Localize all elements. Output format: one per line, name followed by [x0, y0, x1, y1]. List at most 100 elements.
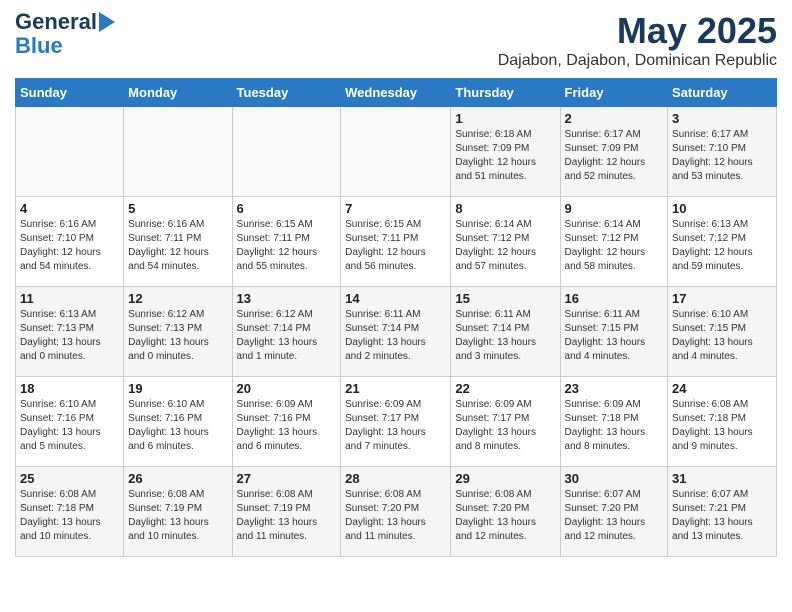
- calendar-cell: 17 Sunrise: 6:10 AM Sunset: 7:15 PM Dayli…: [668, 287, 777, 377]
- day-info: Sunrise: 6:18 AM Sunset: 7:09 PM Dayligh…: [455, 128, 555, 184]
- day-number: 28: [345, 471, 446, 486]
- calendar-cell: 23Sunrise: 6:09 AM Sunset: 7:18 PM Dayli…: [560, 377, 668, 467]
- calendar-cell: 26 Sunrise: 6:08 AM Sunset: 7:19 PM Dayli…: [124, 467, 232, 557]
- day-info: Sunrise: 6:09 AM Sunset: 7:16 PM Dayligh…: [237, 398, 337, 454]
- header-friday: Friday: [560, 79, 668, 107]
- day-number: 16: [565, 291, 664, 306]
- day-info: Sunrise: 6:10 AM Sunset: 7:16 PM Dayligh…: [20, 398, 119, 454]
- calendar-cell: 20 Sunrise: 6:09 AM Sunset: 7:16 PM Dayli…: [232, 377, 341, 467]
- calendar-cell: 25 Sunrise: 6:08 AM Sunset: 7:18 PM Dayli…: [16, 467, 124, 557]
- day-number: 20: [237, 381, 337, 396]
- calendar-header-row: SundayMondayTuesdayWednesdayThursdayFrid…: [16, 79, 777, 107]
- calendar-week-3: 11 Sunrise: 6:13 AM Sunset: 7:13 PM Dayli…: [16, 287, 777, 377]
- calendar-cell: 5 Sunrise: 6:16 AM Sunset: 7:11 PM Daylig…: [124, 197, 232, 287]
- day-number: 12: [128, 291, 227, 306]
- calendar-cell: 16 Sunrise: 6:11 AM Sunset: 7:15 PM Dayli…: [560, 287, 668, 377]
- day-number: 10: [672, 201, 772, 216]
- day-info: Sunrise: 6:08 AM Sunset: 7:20 PM Dayligh…: [345, 488, 446, 544]
- calendar-cell: 3Sunrise: 6:17 AM Sunset: 7:10 PM Daylig…: [668, 107, 777, 197]
- day-number: 3: [672, 111, 772, 126]
- day-info: Sunrise: 6:17 AM Sunset: 7:09 PM Dayligh…: [565, 128, 664, 184]
- day-info: Sunrise: 6:13 AM Sunset: 7:12 PM Dayligh…: [672, 218, 772, 274]
- day-number: 2: [565, 111, 664, 126]
- day-number: 7: [345, 201, 446, 216]
- calendar-cell: 15Sunrise: 6:11 AM Sunset: 7:14 PM Dayli…: [451, 287, 560, 377]
- day-number: 24: [672, 381, 772, 396]
- day-number: 26: [128, 471, 227, 486]
- calendar-cell: [16, 107, 124, 197]
- calendar-week-2: 4Sunrise: 6:16 AM Sunset: 7:10 PM Daylig…: [16, 197, 777, 287]
- header-wednesday: Wednesday: [341, 79, 451, 107]
- calendar-cell: 27 Sunrise: 6:08 AM Sunset: 7:19 PM Dayli…: [232, 467, 341, 557]
- day-info: Sunrise: 6:10 AM Sunset: 7:16 PM Dayligh…: [128, 398, 227, 454]
- day-number: 22: [455, 381, 555, 396]
- calendar-cell: 28 Sunrise: 6:08 AM Sunset: 7:20 PM Dayli…: [341, 467, 451, 557]
- day-info: Sunrise: 6:16 AM Sunset: 7:10 PM Dayligh…: [20, 218, 119, 274]
- calendar-cell: 1 Sunrise: 6:18 AM Sunset: 7:09 PM Daylig…: [451, 107, 560, 197]
- day-info: Sunrise: 6:11 AM Sunset: 7:15 PM Dayligh…: [565, 308, 664, 364]
- calendar-cell: 21 Sunrise: 6:09 AM Sunset: 7:17 PM Dayli…: [341, 377, 451, 467]
- day-info: Sunrise: 6:08 AM Sunset: 7:18 PM Dayligh…: [20, 488, 119, 544]
- calendar-cell: 13 Sunrise: 6:12 AM Sunset: 7:14 PM Dayli…: [232, 287, 341, 377]
- logo-blue: Blue: [15, 34, 63, 58]
- calendar-cell: 19 Sunrise: 6:10 AM Sunset: 7:16 PM Dayli…: [124, 377, 232, 467]
- header-saturday: Saturday: [668, 79, 777, 107]
- calendar-cell: [341, 107, 451, 197]
- day-info: Sunrise: 6:08 AM Sunset: 7:20 PM Dayligh…: [455, 488, 555, 544]
- day-number: 13: [237, 291, 337, 306]
- calendar-cell: 4Sunrise: 6:16 AM Sunset: 7:10 PM Daylig…: [16, 197, 124, 287]
- day-number: 27: [237, 471, 337, 486]
- calendar-subtitle: Dajabon, Dajabon, Dominican Republic: [498, 52, 777, 70]
- calendar-cell: 22Sunrise: 6:09 AM Sunset: 7:17 PM Dayli…: [451, 377, 560, 467]
- calendar-cell: 10 Sunrise: 6:13 AM Sunset: 7:12 PM Dayli…: [668, 197, 777, 287]
- day-info: Sunrise: 6:16 AM Sunset: 7:11 PM Dayligh…: [128, 218, 227, 274]
- day-info: Sunrise: 6:12 AM Sunset: 7:13 PM Dayligh…: [128, 308, 227, 364]
- day-number: 11: [20, 291, 119, 306]
- day-info: Sunrise: 6:09 AM Sunset: 7:18 PM Dayligh…: [565, 398, 664, 454]
- calendar-cell: 11 Sunrise: 6:13 AM Sunset: 7:13 PM Dayli…: [16, 287, 124, 377]
- day-number: 19: [128, 381, 227, 396]
- calendar-week-1: 1 Sunrise: 6:18 AM Sunset: 7:09 PM Daylig…: [16, 107, 777, 197]
- logo: General Blue: [15, 10, 115, 58]
- calendar-cell: 8Sunrise: 6:14 AM Sunset: 7:12 PM Daylig…: [451, 197, 560, 287]
- day-info: Sunrise: 6:08 AM Sunset: 7:19 PM Dayligh…: [237, 488, 337, 544]
- header-sunday: Sunday: [16, 79, 124, 107]
- day-number: 6: [237, 201, 337, 216]
- day-number: 17: [672, 291, 772, 306]
- day-info: Sunrise: 6:13 AM Sunset: 7:13 PM Dayligh…: [20, 308, 119, 364]
- day-number: 5: [128, 201, 227, 216]
- calendar-week-5: 25 Sunrise: 6:08 AM Sunset: 7:18 PM Dayli…: [16, 467, 777, 557]
- calendar-cell: 18Sunrise: 6:10 AM Sunset: 7:16 PM Dayli…: [16, 377, 124, 467]
- calendar-cell: 9 Sunrise: 6:14 AM Sunset: 7:12 PM Daylig…: [560, 197, 668, 287]
- day-number: 8: [455, 201, 555, 216]
- day-info: Sunrise: 6:08 AM Sunset: 7:19 PM Dayligh…: [128, 488, 227, 544]
- day-number: 31: [672, 471, 772, 486]
- header-monday: Monday: [124, 79, 232, 107]
- day-info: Sunrise: 6:15 AM Sunset: 7:11 PM Dayligh…: [237, 218, 337, 274]
- day-number: 21: [345, 381, 446, 396]
- day-info: Sunrise: 6:10 AM Sunset: 7:15 PM Dayligh…: [672, 308, 772, 364]
- day-info: Sunrise: 6:07 AM Sunset: 7:20 PM Dayligh…: [565, 488, 664, 544]
- day-number: 9: [565, 201, 664, 216]
- day-info: Sunrise: 6:09 AM Sunset: 7:17 PM Dayligh…: [345, 398, 446, 454]
- header-tuesday: Tuesday: [232, 79, 341, 107]
- day-number: 25: [20, 471, 119, 486]
- calendar-cell: 12 Sunrise: 6:12 AM Sunset: 7:13 PM Dayli…: [124, 287, 232, 377]
- header-thursday: Thursday: [451, 79, 560, 107]
- calendar-cell: 6 Sunrise: 6:15 AM Sunset: 7:11 PM Daylig…: [232, 197, 341, 287]
- logo-general: General: [15, 10, 97, 34]
- calendar-cell: 14Sunrise: 6:11 AM Sunset: 7:14 PM Dayli…: [341, 287, 451, 377]
- day-info: Sunrise: 6:12 AM Sunset: 7:14 PM Dayligh…: [237, 308, 337, 364]
- day-number: 1: [455, 111, 555, 126]
- calendar-cell: 24 Sunrise: 6:08 AM Sunset: 7:18 PM Dayli…: [668, 377, 777, 467]
- day-info: Sunrise: 6:08 AM Sunset: 7:18 PM Dayligh…: [672, 398, 772, 454]
- day-number: 14: [345, 291, 446, 306]
- day-number: 29: [455, 471, 555, 486]
- calendar-week-4: 18Sunrise: 6:10 AM Sunset: 7:16 PM Dayli…: [16, 377, 777, 467]
- day-info: Sunrise: 6:15 AM Sunset: 7:11 PM Dayligh…: [345, 218, 446, 274]
- calendar-cell: [232, 107, 341, 197]
- calendar-cell: [124, 107, 232, 197]
- day-info: Sunrise: 6:11 AM Sunset: 7:14 PM Dayligh…: [455, 308, 555, 364]
- day-info: Sunrise: 6:14 AM Sunset: 7:12 PM Dayligh…: [565, 218, 664, 274]
- calendar-cell: 7 Sunrise: 6:15 AM Sunset: 7:11 PM Daylig…: [341, 197, 451, 287]
